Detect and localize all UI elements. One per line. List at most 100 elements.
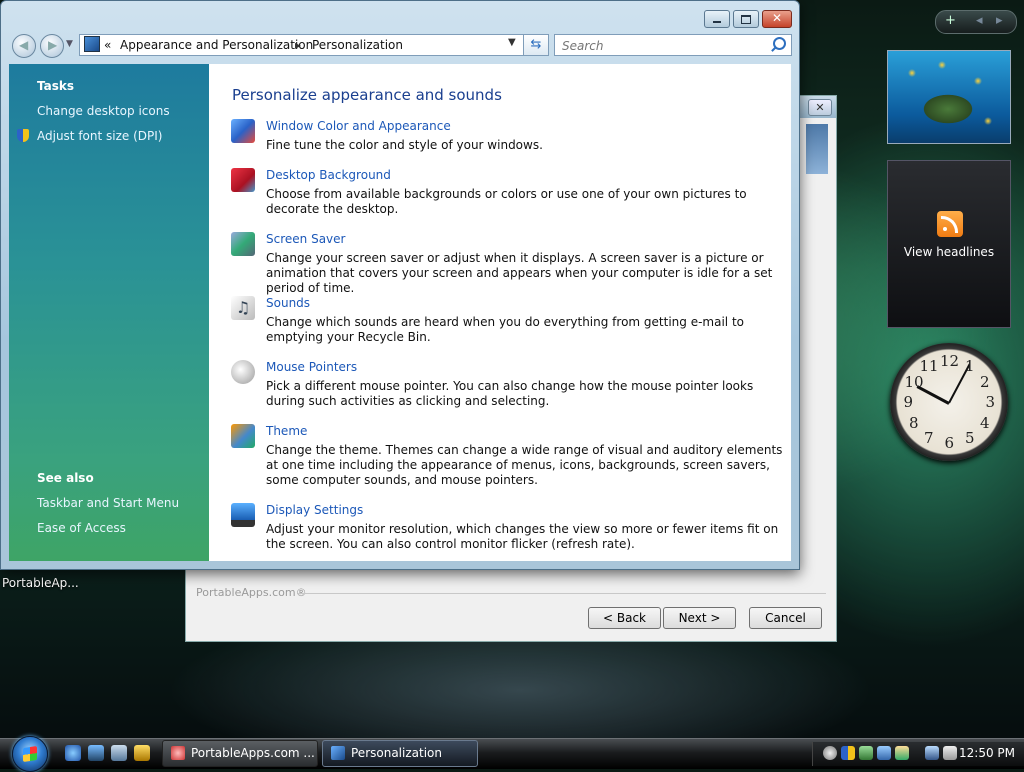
- rss-icon: [937, 211, 963, 237]
- address-dropdown-icon[interactable]: ▼: [508, 37, 516, 48]
- change-desktop-icons-link[interactable]: Change desktop icons: [37, 104, 170, 118]
- divider: [298, 593, 826, 594]
- maximize-button[interactable]: [733, 10, 759, 28]
- see-also-heading: See also: [37, 471, 94, 485]
- notification-area: 12:50 PM: [812, 742, 1024, 766]
- search-icon[interactable]: [773, 37, 786, 50]
- wizard-brand: PortableApps.com®: [196, 586, 307, 599]
- clock-numeral: 7: [924, 428, 934, 447]
- back-nav-button[interactable]: ◀: [12, 34, 36, 58]
- theme-icon: [231, 424, 255, 448]
- start-button[interactable]: [12, 736, 48, 772]
- content-pane: Personalize appearance and sounds Window…: [209, 64, 791, 561]
- refresh-icon: ⇆: [530, 37, 542, 52]
- taskbar-button-portableapps[interactable]: PortableApps.com ...: [162, 740, 318, 767]
- desktop-background-link[interactable]: Desktop Background: [266, 168, 391, 182]
- adjust-font-size-link[interactable]: Adjust font size (DPI): [37, 129, 162, 143]
- back-arrow-icon: ◀: [19, 38, 29, 52]
- clock-numeral: 2: [980, 372, 990, 391]
- wizard-close-button[interactable]: ✕: [808, 99, 832, 116]
- switch-windows-icon[interactable]: [111, 745, 127, 761]
- clock-numeral: 11: [919, 357, 939, 376]
- taskbar-button-label: PortableApps.com ...: [191, 746, 315, 760]
- task-pane: Tasks Change desktop icons Adjust font s…: [9, 64, 209, 561]
- show-desktop-icon[interactable]: [88, 745, 104, 761]
- tray-icon[interactable]: [823, 746, 837, 760]
- volume-icon[interactable]: [943, 746, 957, 760]
- item-description: Change the theme. Themes can change a wi…: [266, 443, 783, 487]
- screen-saver-link[interactable]: Screen Saver: [266, 232, 345, 246]
- sounds-icon: ♫: [231, 296, 255, 320]
- control-panel-icon: [84, 36, 100, 52]
- internet-explorer-icon[interactable]: [65, 745, 81, 761]
- recent-pages-icon[interactable]: ▼: [66, 39, 73, 49]
- search-box[interactable]: [554, 34, 792, 56]
- clock-numeral: 1: [965, 357, 975, 376]
- breadcrumb-separator-icon[interactable]: ▸: [295, 38, 301, 52]
- forward-nav-button[interactable]: ▶: [40, 34, 64, 58]
- clock-numeral: 4: [980, 413, 990, 432]
- forward-arrow-icon: ▶: [48, 38, 58, 52]
- tray-icon[interactable]: [877, 746, 891, 760]
- breadcrumb-chevron[interactable]: «: [104, 38, 111, 52]
- theme-link[interactable]: Theme: [266, 424, 307, 438]
- personalization-window: ✕ ◀ ▶ ▼ « Appearance and Personalization…: [0, 0, 800, 570]
- sounds-link[interactable]: Sounds: [266, 296, 310, 310]
- next-icon[interactable]: ▸: [996, 13, 1003, 28]
- feed-headlines-gadget[interactable]: View headlines: [887, 160, 1011, 328]
- item-description: Pick a different mouse pointer. You can …: [266, 379, 754, 408]
- ease-of-access-link[interactable]: Ease of Access: [37, 521, 126, 535]
- maximize-icon: [741, 15, 751, 24]
- uac-shield-icon: [17, 129, 29, 142]
- network-icon[interactable]: [925, 746, 939, 760]
- desktop-background-icon: [231, 168, 255, 192]
- close-icon: ✕: [772, 11, 783, 25]
- item-description: Change your screen saver or adjust when …: [266, 251, 773, 295]
- slideshow-gadget[interactable]: [887, 50, 1011, 144]
- view-headlines-label[interactable]: View headlines: [888, 245, 1010, 259]
- window-color-icon: [231, 119, 255, 143]
- tray-icon[interactable]: [859, 746, 873, 760]
- display-settings-link[interactable]: Display Settings: [266, 503, 363, 517]
- next-button[interactable]: Next >: [663, 607, 736, 629]
- back-button[interactable]: < Back: [588, 607, 661, 629]
- clock-numeral: 5: [965, 428, 975, 447]
- item-description: Change which sounds are heard when you d…: [266, 315, 744, 344]
- search-input[interactable]: [560, 38, 764, 54]
- breadcrumb-appearance[interactable]: Appearance and Personalization: [120, 38, 313, 52]
- window-color-link[interactable]: Window Color and Appearance: [266, 119, 451, 133]
- tasks-heading: Tasks: [37, 79, 75, 93]
- clock-numeral: 6: [944, 434, 955, 452]
- minimize-button[interactable]: [704, 10, 730, 28]
- quick-launch-icon[interactable]: [134, 745, 150, 761]
- clock-gadget[interactable]: 12 1 2 3 4 5 6 7 8 9 10 11: [890, 343, 1008, 461]
- portableapps-icon: [171, 746, 185, 760]
- display-settings-icon: [231, 503, 255, 527]
- tray-icon[interactable]: [895, 746, 909, 760]
- clock-numeral: 9: [903, 393, 914, 411]
- clock-numeral: 8: [908, 413, 919, 432]
- item-description: Adjust your monitor resolution, which ch…: [266, 522, 779, 551]
- sidebar-controls[interactable]: + ◂ ▸: [935, 10, 1017, 34]
- taskbar-start-menu-link[interactable]: Taskbar and Start Menu: [37, 496, 179, 510]
- taskbar-clock[interactable]: 12:50 PM: [959, 746, 1015, 760]
- taskbar-button-personalization[interactable]: Personalization: [322, 740, 478, 767]
- refresh-button[interactable]: ⇆: [523, 34, 549, 56]
- previous-icon[interactable]: ◂: [976, 13, 983, 28]
- close-button[interactable]: ✕: [762, 10, 792, 28]
- taskbar-button-label: Personalization: [351, 746, 442, 760]
- item-description: Choose from available backgrounds or col…: [266, 187, 747, 216]
- cancel-button[interactable]: Cancel: [749, 607, 822, 629]
- clock-numeral: 12: [940, 352, 960, 370]
- mouse-pointers-link[interactable]: Mouse Pointers: [266, 360, 357, 374]
- security-shield-icon[interactable]: [841, 746, 855, 760]
- item-description: Fine tune the color and style of your wi…: [266, 138, 543, 152]
- add-gadget-icon[interactable]: +: [945, 13, 956, 28]
- personalization-icon: [331, 746, 345, 760]
- desktop-icon-label: PortableAp...: [2, 576, 79, 590]
- screen-saver-icon: [231, 232, 255, 256]
- minimize-icon: [713, 21, 721, 23]
- breadcrumb-personalization[interactable]: Personalization: [312, 38, 403, 52]
- address-bar[interactable]: « Appearance and Personalization ▸ Perso…: [79, 34, 549, 56]
- page-title: Personalize appearance and sounds: [232, 86, 502, 104]
